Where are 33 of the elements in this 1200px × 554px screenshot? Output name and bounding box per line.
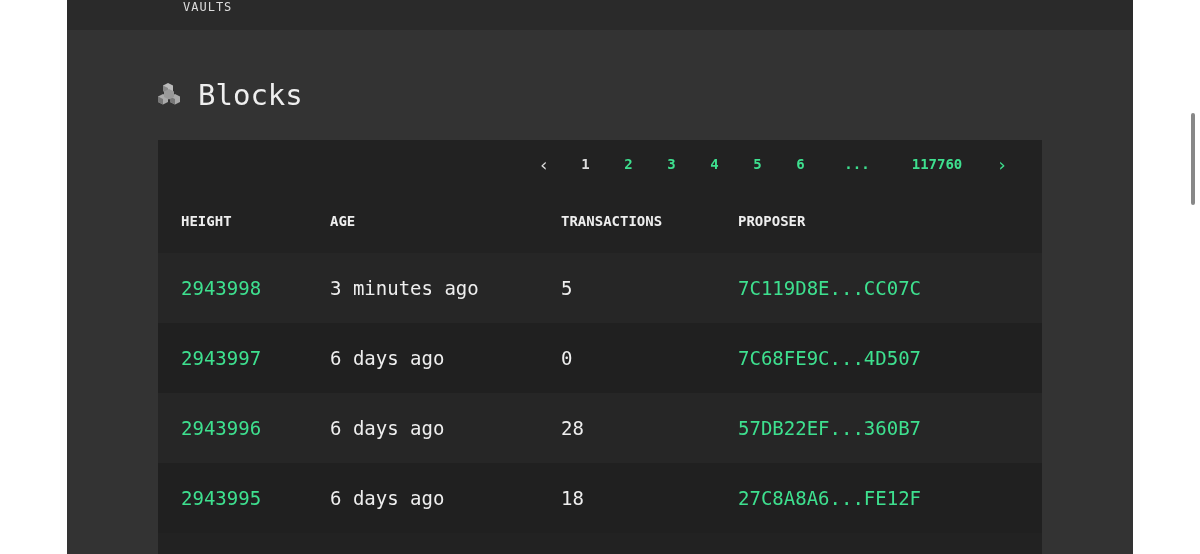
proposer-link[interactable]: 57DB22EF...360B7	[738, 417, 922, 439]
age-cell-text: 6 days ago	[330, 347, 446, 369]
page-button[interactable]: 6	[779, 152, 822, 176]
page-button[interactable]: ...	[822, 152, 892, 176]
page-button[interactable]: 2	[607, 152, 650, 176]
block-height-link[interactable]: 2943996	[181, 417, 262, 439]
block-height-link[interactable]: 2943995	[181, 487, 262, 509]
column-header: HEIGHT	[181, 212, 233, 229]
age-cell-text: 6 days ago	[330, 417, 446, 439]
block-height-link[interactable]: 2943998	[181, 277, 262, 299]
page-button[interactable]: 4	[693, 152, 736, 176]
page-button[interactable]: 117760	[892, 152, 982, 176]
transactions-cell-text: 5	[561, 277, 574, 299]
age-cell-text: 6 days ago	[330, 487, 446, 509]
scrollbar[interactable]	[1191, 113, 1195, 205]
column-header: TRANSACTIONS	[561, 212, 664, 229]
block-height-link[interactable]: 2943997	[181, 347, 262, 369]
section-title: Blocks	[198, 78, 303, 112]
proposer-link[interactable]: 7C68FE9C...4D507	[738, 347, 922, 369]
age-cell-text: 3 minutes ago	[330, 277, 480, 299]
previous-page-button[interactable]: ‹	[524, 149, 564, 179]
page-button[interactable]: 1	[564, 152, 607, 176]
proposer-link[interactable]: 7C119D8E...CC07C	[738, 277, 922, 299]
next-page-button[interactable]: ›	[982, 149, 1022, 179]
proposer-link[interactable]: 27C8A8A6...FE12F	[738, 487, 922, 509]
transactions-cell-text: 28	[561, 417, 585, 439]
column-header: PROPOSER	[738, 212, 807, 229]
page-button[interactable]: 5	[736, 152, 779, 176]
transactions-cell-text: 0	[561, 347, 574, 369]
transactions-cell-text: 18	[561, 487, 585, 509]
nav-link[interactable]: VAULTS	[183, 0, 233, 14]
page-button[interactable]: 3	[650, 152, 693, 176]
column-header: AGE	[330, 212, 357, 229]
